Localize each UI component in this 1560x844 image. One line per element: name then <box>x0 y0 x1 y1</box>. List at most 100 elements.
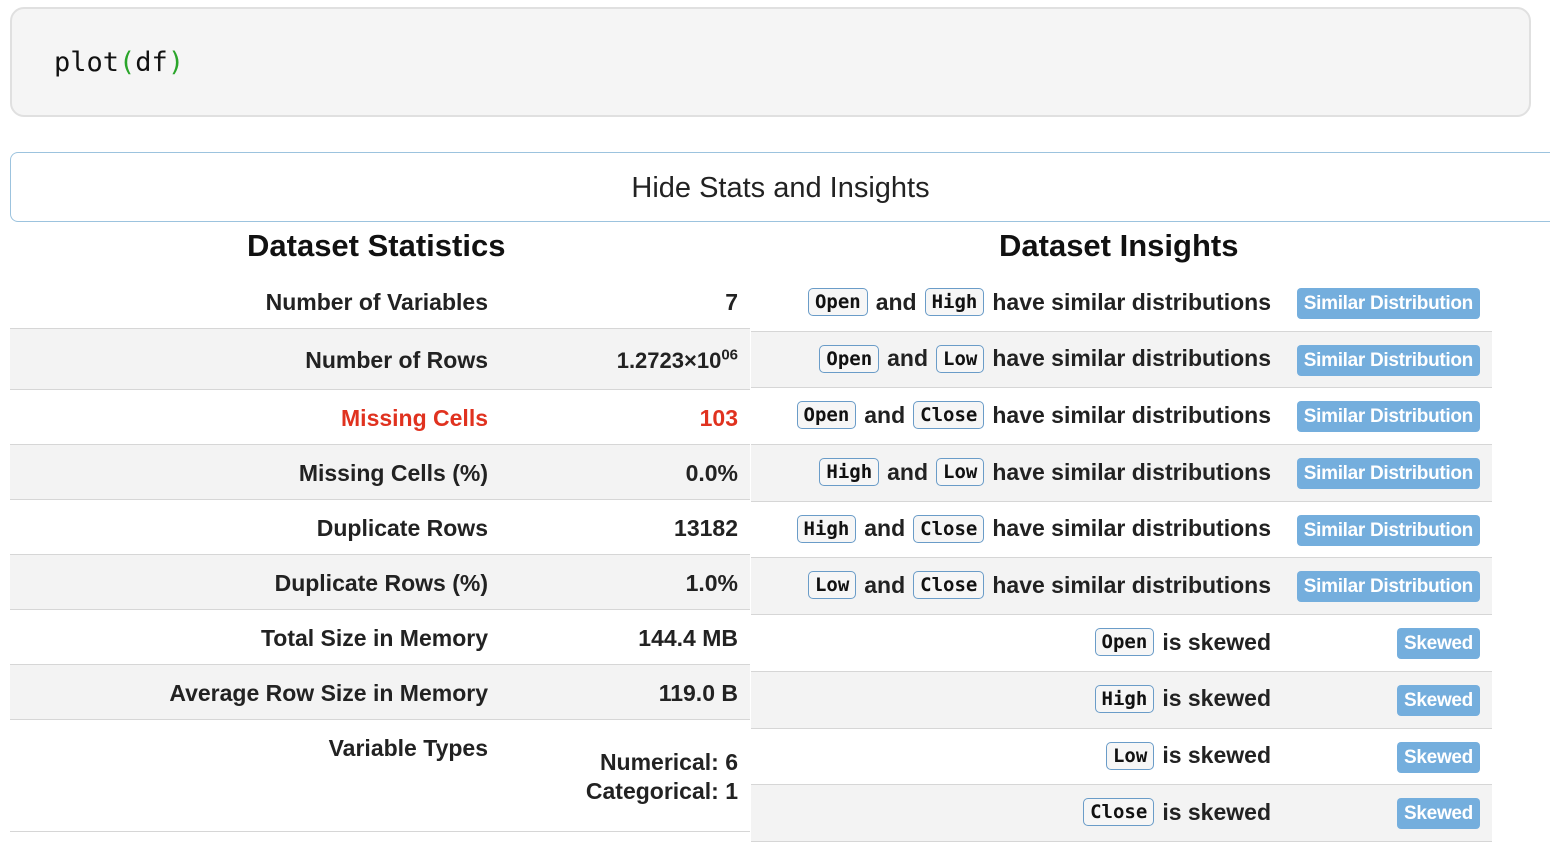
column-tag: Close <box>913 571 985 600</box>
code-cell[interactable]: plot(df) <box>10 7 1531 117</box>
skewed-badge[interactable]: Skewed <box>1397 684 1480 716</box>
code-argument: df <box>135 47 168 78</box>
stats-label: Variable Types <box>328 735 488 761</box>
stats-row-number-of-rows: Number of Rows 1.2723×1006 <box>10 329 750 390</box>
insight-row-similar-distribution: Open and High have similar distributions Sim… <box>751 275 1492 332</box>
stats-label: Average Row Size in Memory <box>169 680 488 706</box>
stats-row-missing-cells-percent: Missing Cells (%) 0.0% <box>10 445 750 500</box>
insight-row-skewed: Low is skewed Skewed <box>751 729 1492 786</box>
column-tag: High <box>924 288 985 316</box>
stats-value-mantissa: 1.2723×10 <box>616 348 722 373</box>
stats-label: Number of Variables <box>265 289 488 315</box>
column-tag: Open <box>1094 628 1155 657</box>
insight-connector: and <box>864 515 906 542</box>
insight-description: is skewed <box>1162 685 1271 712</box>
insight-description: is skewed <box>1162 798 1271 825</box>
stats-row-missing-cells: Missing Cells 103 <box>10 390 750 445</box>
skewed-badge[interactable]: Skewed <box>1397 628 1480 660</box>
stats-label: Duplicate Rows (%) <box>274 570 488 596</box>
dataset-insights-table: Open and High have similar distributions Sim… <box>751 275 1492 842</box>
insight-text: High and Low have similar distributions <box>819 458 1271 487</box>
skewed-badge[interactable]: Skewed <box>1397 741 1480 773</box>
code-function: plot <box>54 47 120 78</box>
similar-distribution-badge[interactable]: Similar Distribution <box>1296 401 1480 433</box>
similar-distribution-badge[interactable]: Similar Distribution <box>1296 288 1480 319</box>
stats-value: 119.0 B <box>658 680 738 706</box>
column-tag: Open <box>796 401 857 430</box>
insight-text: Close is skewed <box>1083 798 1271 827</box>
insight-text: Open and High have similar distributions <box>807 288 1271 316</box>
stats-label: Missing Cells (%) <box>298 460 488 486</box>
stats-value-numerical: Numerical: 6 <box>599 749 738 775</box>
insight-text: High is skewed <box>1094 684 1271 713</box>
dataset-statistics-table: Number of Variables 7 Number of Rows 1.2… <box>10 275 750 832</box>
similar-distribution-badge[interactable]: Similar Distribution <box>1296 571 1480 603</box>
stats-value: 13182 <box>674 515 738 541</box>
insight-connector: and <box>875 288 917 315</box>
dataset-statistics-title: Dataset Statistics <box>247 228 506 263</box>
column-tag: Low <box>1105 741 1155 770</box>
insight-text: Low is skewed <box>1105 741 1271 770</box>
insight-description: is skewed <box>1162 742 1271 768</box>
insight-description: is skewed <box>1162 628 1271 655</box>
stats-label: Total Size in Memory <box>260 625 488 651</box>
similar-distribution-badge[interactable]: Similar Distribution <box>1296 344 1480 376</box>
insight-row-skewed: High is skewed Skewed <box>751 671 1492 729</box>
insight-connector: and <box>887 458 929 485</box>
stats-value: 1.0% <box>685 570 738 596</box>
insight-description: have similar distributions <box>992 571 1271 598</box>
insight-description: have similar distributions <box>992 458 1271 485</box>
insight-text: Open and Low have similar distributions <box>819 344 1271 373</box>
stats-row-duplicate-rows-percent: Duplicate Rows (%) 1.0% <box>10 555 750 610</box>
stats-value: 7 <box>725 289 738 315</box>
insight-connector: and <box>864 571 906 598</box>
insight-text: Low and Close have similar distributions <box>807 571 1271 600</box>
code-close-paren: ) <box>167 47 185 78</box>
column-tag: Open <box>819 344 880 373</box>
column-tag: Low <box>936 344 985 373</box>
insight-row-similar-distribution: Open and Low have similar distributions Simi… <box>751 331 1492 389</box>
column-tag: Low <box>936 458 985 487</box>
insight-description: have similar distributions <box>992 515 1271 542</box>
stats-row-variable-types: Variable Types Numerical: 6 Categorical:… <box>10 720 750 832</box>
insight-row-similar-distribution: High and Low have similar distributions Simi… <box>751 445 1492 502</box>
skewed-badge[interactable]: Skewed <box>1397 798 1480 830</box>
insight-text: High and Close have similar distributions <box>796 514 1271 543</box>
stats-label: Duplicate Rows <box>316 515 488 541</box>
stats-label: Missing Cells <box>341 405 488 431</box>
stats-row-total-size: Total Size in Memory 144.4 MB <box>10 610 750 665</box>
insight-connector: and <box>864 401 906 428</box>
insight-row-skewed: Open is skewed Skewed <box>751 615 1492 672</box>
stats-value: 103 <box>699 405 738 431</box>
stats-value: 144.4 MB <box>638 625 738 651</box>
stats-value: 1.2723×1006 <box>617 347 738 374</box>
column-tag: Close <box>913 401 985 430</box>
insight-description: have similar distributions <box>992 288 1271 315</box>
stats-row-number-of-variables: Number of Variables 7 <box>10 275 750 329</box>
similar-distribution-badge[interactable]: Similar Distribution <box>1296 514 1480 546</box>
stats-value: 0.0% <box>685 460 738 486</box>
insight-connector: and <box>887 345 929 372</box>
stats-value-exponent: 06 <box>721 346 738 364</box>
insight-row-similar-distribution: Low and Close have similar distributions Sim… <box>751 558 1492 616</box>
insight-description: have similar distributions <box>992 401 1271 428</box>
stats-row-duplicate-rows: Duplicate Rows 13182 <box>10 500 750 555</box>
column-tag: Close <box>1083 798 1155 827</box>
insight-row-similar-distribution: Open and Close have similar distributions Si… <box>751 388 1492 446</box>
column-tag: High <box>1094 684 1155 713</box>
column-tag: High <box>796 514 857 543</box>
dataset-insights-title: Dataset Insights <box>999 228 1239 263</box>
insight-text: Open and Close have similar distributions <box>796 401 1271 430</box>
column-tag: Close <box>913 514 985 543</box>
insight-row-skewed: Close is skewed Skewed <box>751 785 1492 842</box>
code-open-paren: ( <box>119 47 136 78</box>
insight-description: have similar distributions <box>992 345 1271 372</box>
hide-stats-toggle-button[interactable]: Hide Stats and Insights <box>10 152 1550 222</box>
insight-text: Open is skewed <box>1094 628 1271 657</box>
column-tag: Open <box>807 288 868 316</box>
stats-value-categorical: Categorical: 1 <box>585 778 738 804</box>
similar-distribution-badge[interactable]: Similar Distribution <box>1296 458 1480 490</box>
column-tag: High <box>819 458 880 487</box>
stats-label: Number of Rows <box>305 347 488 373</box>
column-tag: Low <box>807 571 857 600</box>
